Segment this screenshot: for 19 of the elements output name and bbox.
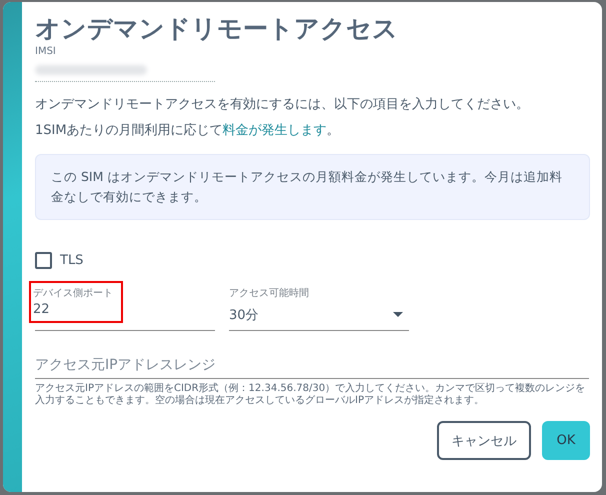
dialog-title: オンデマンドリモートアクセス <box>35 14 399 44</box>
pricing-link[interactable]: 料金が発生します <box>222 123 327 138</box>
intro-text: オンデマンドリモートアクセスを有効にするには、以下の項目を入力してください。 <box>35 96 530 114</box>
ip-range-input[interactable]: アクセス元IPアドレスレンジ <box>35 355 589 379</box>
ok-button[interactable]: OK <box>542 421 590 460</box>
field-value: 22 <box>33 302 51 317</box>
imsi-label: IMSI <box>35 46 57 57</box>
cancel-button[interactable]: キャンセル <box>437 421 531 460</box>
tls-label: TLS <box>60 253 84 268</box>
duration-select[interactable]: アクセス可能時間 30分 <box>229 281 409 331</box>
pricing-text: 1SIMあたりの月間利用に応じて料金が発生します。 <box>35 122 341 140</box>
info-notice: この SIM はオンデマンドリモートアクセスの月額料金が発生しています。今月は追加料金なしで有効にできます。 <box>35 154 590 220</box>
field-label: アクセス可能時間 <box>229 286 310 300</box>
select-value: 30分 <box>229 307 259 324</box>
caret-icon <box>393 312 403 316</box>
checkbox[interactable] <box>35 252 52 269</box>
help-text: アクセス元IPアドレスの範囲をCIDR形式（例：12.34.56.78/30）で入力してください。カンマで区切って複数のレンジを入力することもできます。空の場合は現在アクセスしているグローバルIPアドレスが指定されます。 <box>35 383 586 407</box>
field-label: デバイス側ポート <box>33 287 114 300</box>
port-input-field[interactable]: デバイス側ポート 22 <box>35 281 215 331</box>
